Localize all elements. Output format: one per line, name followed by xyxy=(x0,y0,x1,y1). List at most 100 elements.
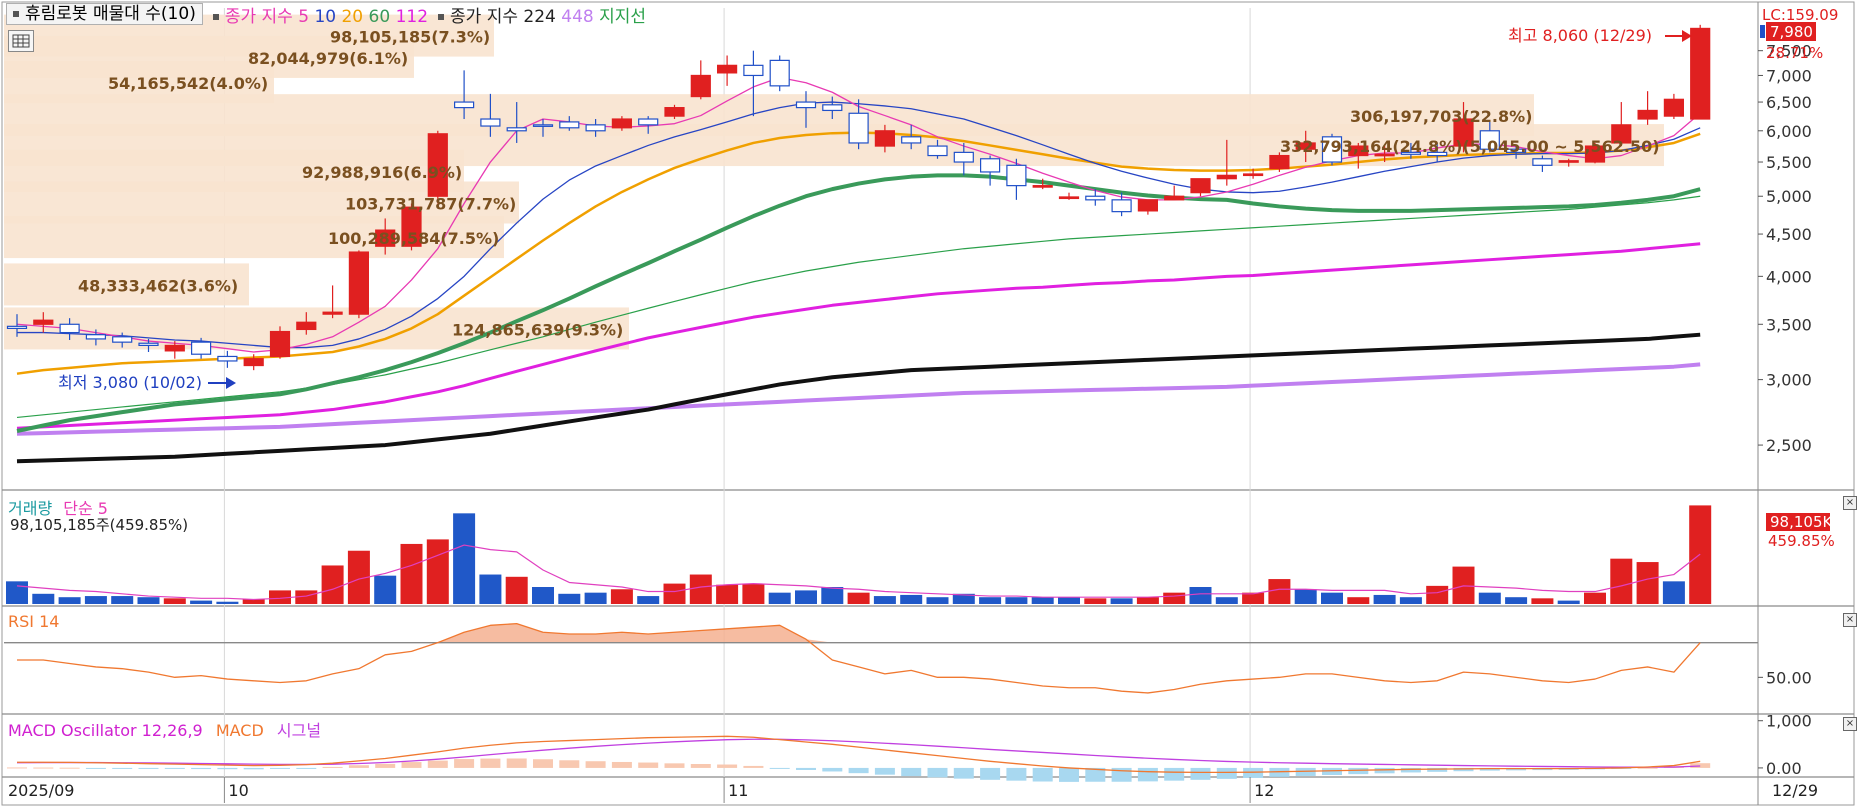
grid-table-button[interactable] xyxy=(8,30,34,52)
volume-bar xyxy=(1662,581,1685,604)
legend-square-icon xyxy=(212,13,219,20)
volume-bar xyxy=(6,581,28,604)
volume-profile-label: 100,289,584(7.5%) xyxy=(328,229,499,248)
macd-osc-bar xyxy=(743,765,764,768)
signal-label: 시그널 xyxy=(276,721,322,740)
legend-ma-label: 종가 지수 xyxy=(224,6,293,27)
candle-body xyxy=(269,330,291,358)
volume-info: 98,105,185주(459.85%) xyxy=(10,516,189,534)
macd-osc-bar xyxy=(874,767,895,775)
macd-osc-bar xyxy=(796,767,816,770)
candle-body xyxy=(59,323,80,334)
macd-osc-bar xyxy=(1374,767,1395,774)
volume-bar xyxy=(453,513,476,604)
candle-body xyxy=(1558,160,1579,163)
macd-osc-bar xyxy=(559,760,580,768)
macd-osc-bar xyxy=(690,764,711,768)
low-price-label: 최저 3,080 (10/02) xyxy=(58,373,202,392)
macd-osc-bar xyxy=(375,763,396,768)
candle-body xyxy=(690,74,711,98)
candle-body xyxy=(1058,196,1080,200)
candle-body xyxy=(953,151,974,163)
macd-osc-bar xyxy=(191,767,212,770)
legend-ma224: 224 xyxy=(523,6,556,27)
macd-osc-bar xyxy=(927,767,948,778)
volume-profile-label: 332,793,164(24.8%)(5,045.00 ~ 5,562.50) xyxy=(1280,137,1660,156)
macd-osc-bar xyxy=(585,761,606,768)
candle-body xyxy=(164,344,185,352)
volume-bar xyxy=(900,594,923,604)
macd-osc-bar xyxy=(243,767,264,770)
volume-bar xyxy=(1426,585,1449,604)
legend-ma448: 448 xyxy=(561,6,594,27)
macd-osc-bar xyxy=(1006,767,1027,781)
volume-bar xyxy=(873,596,896,604)
volume-bar xyxy=(374,575,397,604)
legend-ma-group[interactable]: 종가 지수 5 10 20 60 112 xyxy=(212,2,428,27)
candle-body xyxy=(1532,158,1553,166)
y-tick-label: 5,500 xyxy=(1766,153,1812,172)
table-icon xyxy=(12,34,30,48)
candle-body xyxy=(1032,185,1053,188)
candle-body xyxy=(322,311,343,315)
change-pct-label: 28.71% xyxy=(1766,44,1823,62)
candle-body xyxy=(1269,154,1290,170)
volume-bar xyxy=(821,587,844,604)
macd-osc-bar xyxy=(296,767,317,769)
candle-body xyxy=(638,118,659,126)
candle-body xyxy=(1006,164,1027,187)
legend-ma2-group[interactable]: 종가 지수 224 448 지지선 xyxy=(438,2,646,27)
candle-body xyxy=(1137,199,1159,212)
menu-square-icon xyxy=(13,11,19,17)
volume-bar xyxy=(190,600,213,604)
volume-bar xyxy=(1373,594,1396,604)
macd-osc-bar xyxy=(454,759,475,768)
candle-body xyxy=(454,101,475,109)
volume-profile-label: 306,197,703(22.8%) xyxy=(1350,107,1532,126)
macd-osc-bar xyxy=(138,767,159,769)
macd-osc-bar xyxy=(980,767,1001,780)
candle-body xyxy=(191,341,212,355)
chart-canvas[interactable]: 2,500 3,000 3,500 4,000 4,500 5,000 5,500 6,000… xyxy=(0,0,1858,807)
high-price-label: 최고 8,060 (12/29) xyxy=(1508,26,1652,45)
candle-body xyxy=(217,355,238,362)
candle-body xyxy=(243,358,264,367)
rsi-axis-label: 50.00 xyxy=(1766,668,1812,687)
volume-bar xyxy=(1005,597,1028,604)
candle-body xyxy=(611,118,633,129)
legend-ma60: 60 xyxy=(368,6,391,27)
volume-bar xyxy=(1584,592,1606,604)
macd-axis-label-top: 1,000 xyxy=(1766,712,1812,731)
y-tick-label: 7,000 xyxy=(1766,66,1812,85)
y-tick-label: 4,000 xyxy=(1766,267,1812,286)
stock-title-box[interactable]: 휴림로봇 매물대 수(10) xyxy=(6,3,203,25)
chart-window: 2,500 3,000 3,500 4,000 4,500 5,000 5,500 6,000… xyxy=(0,0,1858,807)
rsi-panel-title: RSI 14 xyxy=(8,612,60,631)
volume-bar xyxy=(532,587,554,604)
macd-osc-bar xyxy=(769,767,790,769)
volume-close-icon[interactable]: × xyxy=(1843,496,1857,510)
candle-body xyxy=(979,158,1001,173)
macd-osc-bar xyxy=(533,759,553,768)
macd-close-icon[interactable]: × xyxy=(1843,717,1857,731)
legend-ma2-label: 종가 지수 xyxy=(450,6,518,27)
candle-body xyxy=(874,130,896,147)
candle-body xyxy=(348,251,369,315)
volume-profile-label: 124,865,639(9.3%) xyxy=(452,320,623,339)
volume-bar xyxy=(1031,597,1054,604)
macd-osc-bar xyxy=(953,767,974,779)
candle-body xyxy=(769,59,790,87)
volume-bar xyxy=(663,583,686,604)
macd-axis-label-zero: 0.00 xyxy=(1766,759,1802,778)
candle-body xyxy=(716,64,738,74)
volume-bar xyxy=(1136,597,1159,604)
candle-body xyxy=(1690,27,1711,120)
x-axis-label: 10 xyxy=(228,781,248,800)
y-tick-label: 3,000 xyxy=(1766,371,1812,390)
volume-bar xyxy=(847,592,870,604)
volume-profile-label: 92,988,916(6.9%) xyxy=(302,163,462,182)
macd-osc-bar xyxy=(1243,767,1264,778)
rsi-close-icon[interactable]: × xyxy=(1843,613,1857,627)
y-tick-label: 2,500 xyxy=(1766,436,1812,455)
legend-ma20: 20 xyxy=(341,6,364,27)
